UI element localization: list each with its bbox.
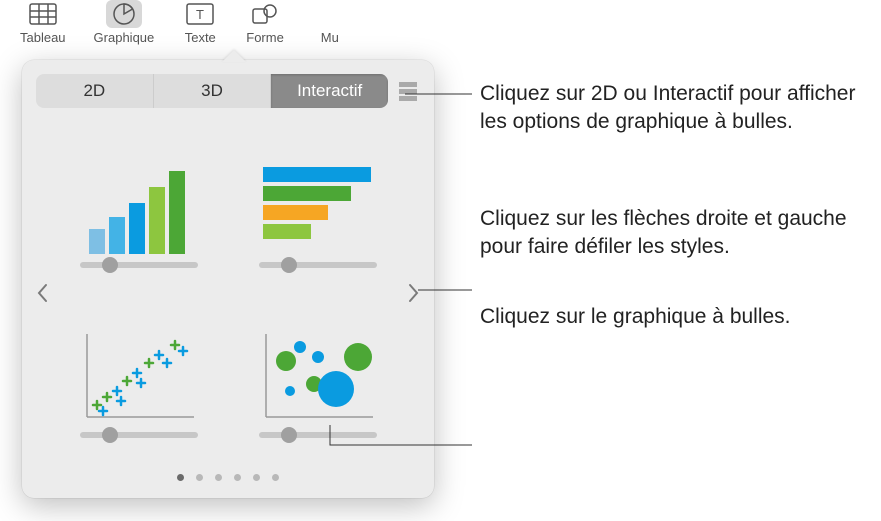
callout-tabs: Cliquez sur 2D ou Interactif pour affich…: [480, 80, 860, 137]
callout-bubble: Cliquez sur le graphique à bulles.: [480, 303, 860, 331]
callouts: Cliquez sur 2D ou Interactif pour affich…: [480, 80, 860, 374]
callout-arrows: Cliquez sur les flèches droite et gauche…: [480, 205, 860, 262]
